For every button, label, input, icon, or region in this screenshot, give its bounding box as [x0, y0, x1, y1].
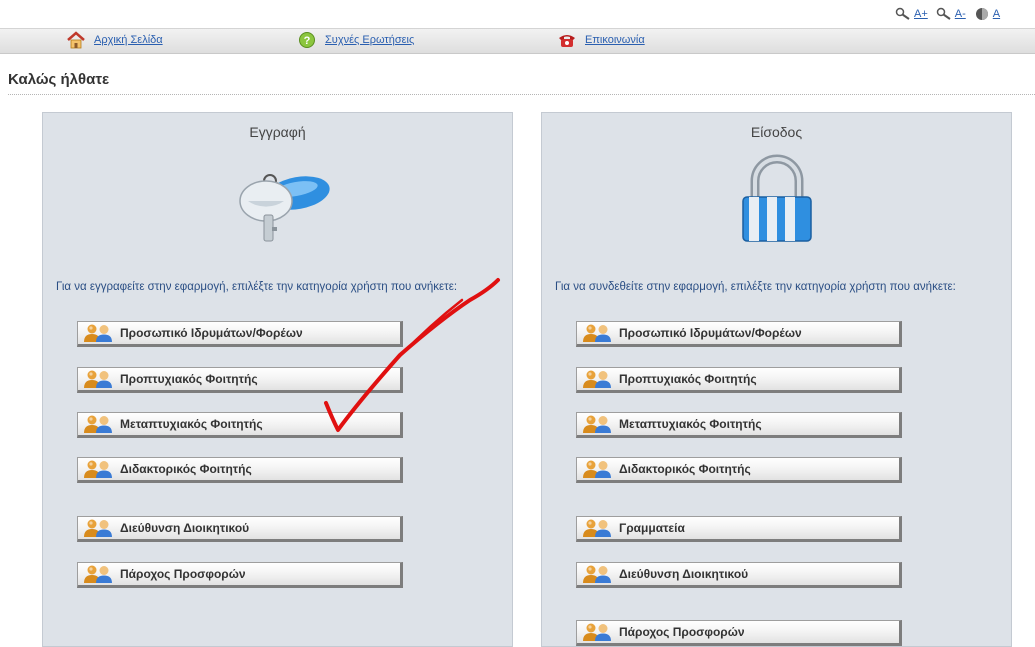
register-staff-button[interactable]: Προσωπικό Ιδρυμάτων/Φορέων — [77, 321, 403, 347]
padlock-icon — [741, 154, 812, 242]
magnifier-icon — [895, 7, 910, 20]
register-doctoral-button[interactable]: Διδακτορικός Φοιτητής — [77, 457, 403, 483]
accessibility-toolbar: A+ A- A — [895, 7, 1000, 21]
login-title: Είσοδος — [750, 124, 803, 140]
nav-home-label: Αρχική Σελίδα — [94, 34, 163, 46]
login-administration-button[interactable]: Διεύθυνση Διοικητικού — [576, 562, 902, 588]
button-label: Προσωπικό Ιδρυμάτων/Φορέων — [120, 326, 303, 340]
house-icon — [67, 31, 85, 49]
nav-faq-label: Συχνές Ερωτήσεις — [325, 34, 415, 46]
magnifier-icon — [936, 7, 951, 20]
increase-font-label: A+ — [914, 8, 928, 20]
users-icon — [82, 564, 116, 584]
users-icon — [581, 414, 615, 434]
button-label: Προσωπικό Ιδρυμάτων/Φορέων — [619, 326, 802, 340]
divider — [8, 94, 1035, 95]
button-label: Πάροχος Προσφορών — [120, 567, 246, 581]
contrast-label: A — [992, 8, 1001, 20]
button-label: Προπτυχιακός Φοιτητής — [120, 372, 258, 386]
login-undergraduate-button[interactable]: Προπτυχιακός Φοιτητής — [576, 367, 902, 393]
increase-font-link[interactable]: A+ — [895, 7, 928, 21]
register-panel: Εγγραφή Για να εγγραφείτε στην εφαρμογή,… — [42, 112, 513, 647]
button-label: Διδακτορικός Φοιτητής — [120, 462, 252, 476]
telephone-icon — [559, 35, 575, 47]
top-navigation: Αρχική Σελίδα ? Συχνές Ερωτήσεις Επικοιν… — [0, 28, 1035, 54]
nav-contact-label: Επικοινωνία — [585, 34, 645, 46]
register-postgraduate-button[interactable]: Μεταπτυχιακός Φοιτητής — [77, 412, 403, 438]
users-icon — [581, 369, 615, 389]
users-icon — [581, 564, 615, 584]
login-description: Για να συνδεθείτε στην εφαρμογή, επιλέξτ… — [555, 281, 956, 293]
svg-text:?: ? — [304, 35, 311, 47]
login-provider-button[interactable]: Πάροχος Προσφορών — [576, 620, 902, 646]
login-doctoral-button[interactable]: Διδακτορικός Φοιτητής — [576, 457, 902, 483]
button-label: Πάροχος Προσφορών — [619, 625, 745, 639]
register-description: Για να εγγραφείτε στην εφαρμογή, επιλέξτ… — [56, 281, 458, 293]
page-title: Καλώς ήλθατε — [8, 71, 110, 88]
login-panel: Είσοδος Για να συνδεθείτε στην εφαρμογή,… — [541, 112, 1012, 647]
button-label: Μεταπτυχιακός Φοιτητής — [120, 417, 263, 431]
button-label: Γραμματεία — [619, 521, 685, 535]
users-icon — [82, 518, 116, 538]
keys-icon — [238, 174, 330, 242]
nav-faq-link[interactable]: ? Συχνές Ερωτήσεις — [297, 31, 414, 49]
button-label: Διεύθυνση Διοικητικού — [619, 567, 749, 581]
login-staff-button[interactable]: Προσωπικό Ιδρυμάτων/Φορέων — [576, 321, 902, 347]
register-provider-button[interactable]: Πάροχος Προσφορών — [77, 562, 403, 588]
register-title: Εγγραφή — [249, 124, 306, 140]
users-icon — [82, 323, 116, 343]
register-undergraduate-button[interactable]: Προπτυχιακός Φοιτητής — [77, 367, 403, 393]
users-icon — [82, 414, 116, 434]
register-administration-button[interactable]: Διεύθυνση Διοικητικού — [77, 516, 403, 542]
users-icon — [581, 622, 615, 642]
users-icon — [581, 518, 615, 538]
users-icon — [581, 459, 615, 479]
nav-home-link[interactable]: Αρχική Σελίδα — [66, 31, 163, 49]
login-postgraduate-button[interactable]: Μεταπτυχιακός Φοιτητής — [576, 412, 902, 438]
nav-contact-link[interactable]: Επικοινωνία — [557, 31, 645, 49]
button-label: Διεύθυνση Διοικητικού — [120, 521, 250, 535]
users-icon — [82, 459, 116, 479]
decrease-font-link[interactable]: A- — [936, 7, 966, 21]
button-label: Μεταπτυχιακός Φοιτητής — [619, 417, 762, 431]
login-secretariat-button[interactable]: Γραμματεία — [576, 516, 902, 542]
users-icon — [82, 369, 116, 389]
users-icon — [581, 323, 615, 343]
contrast-icon — [975, 8, 988, 20]
contrast-link[interactable]: A — [974, 7, 1000, 21]
button-label: Προπτυχιακός Φοιτητής — [619, 372, 757, 386]
question-icon: ? — [299, 32, 315, 48]
decrease-font-label: A- — [954, 8, 966, 20]
button-label: Διδακτορικός Φοιτητής — [619, 462, 751, 476]
